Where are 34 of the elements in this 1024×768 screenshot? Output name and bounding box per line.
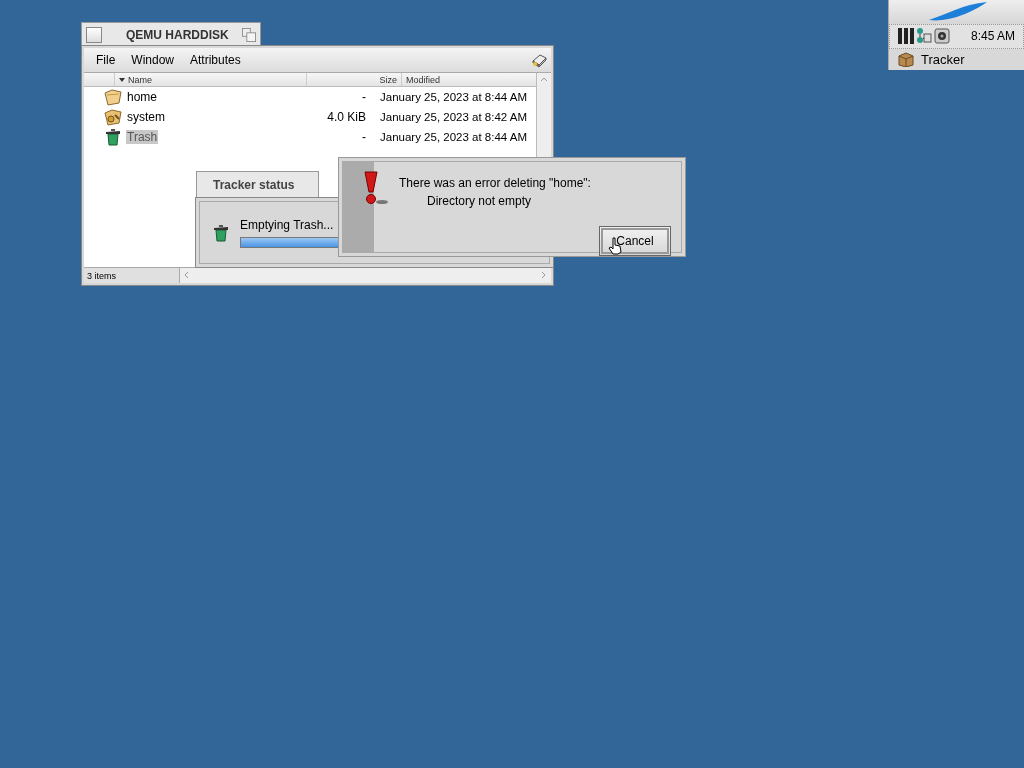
folder-icon [104, 108, 122, 126]
item-count: 3 items [84, 268, 180, 283]
menu-item[interactable]: Window [123, 53, 183, 67]
file-name[interactable]: Trash [126, 130, 159, 144]
warning-icon [362, 170, 388, 206]
app-entry[interactable]: Tracker [889, 48, 1024, 70]
file-size: 4.0 KiB [326, 110, 366, 124]
file-name[interactable]: system [126, 110, 166, 124]
file-date: January 25, 2023 at 8:42 AM [380, 111, 528, 123]
speaker-icon [934, 27, 950, 46]
trash-can-icon [212, 223, 230, 242]
window-title: QEMU HARDDISK [125, 27, 229, 42]
status-message: Emptying Trash... [240, 217, 335, 232]
file-size: - [361, 90, 366, 104]
network-icon [916, 27, 932, 46]
cancel-button[interactable]: Cancel [599, 226, 671, 256]
file-name[interactable]: home [126, 90, 159, 104]
file-size: - [361, 130, 366, 144]
zoom-button[interactable] [242, 27, 256, 42]
box-icon [897, 51, 915, 68]
file-date: January 25, 2023 at 8:44 AM [380, 131, 528, 143]
window-title: Tracker status [213, 178, 295, 192]
close-button[interactable] [86, 26, 102, 43]
clock[interactable]: 8:45 AM [970, 29, 1015, 44]
trash-can-icon [104, 128, 122, 146]
column-header[interactable]: Size [306, 73, 401, 86]
menu-item[interactable]: File [88, 53, 124, 67]
column-header[interactable]: Name [114, 73, 306, 86]
cpu-meter-icon [898, 27, 914, 46]
menu-item[interactable]: Attributes [182, 53, 249, 67]
folder-icon [104, 88, 122, 106]
alert-message: There was an error deleting "home": [399, 175, 592, 192]
file-date: January 25, 2023 at 8:44 AM [380, 91, 528, 103]
alert-detail: Directory not empty [426, 193, 533, 210]
